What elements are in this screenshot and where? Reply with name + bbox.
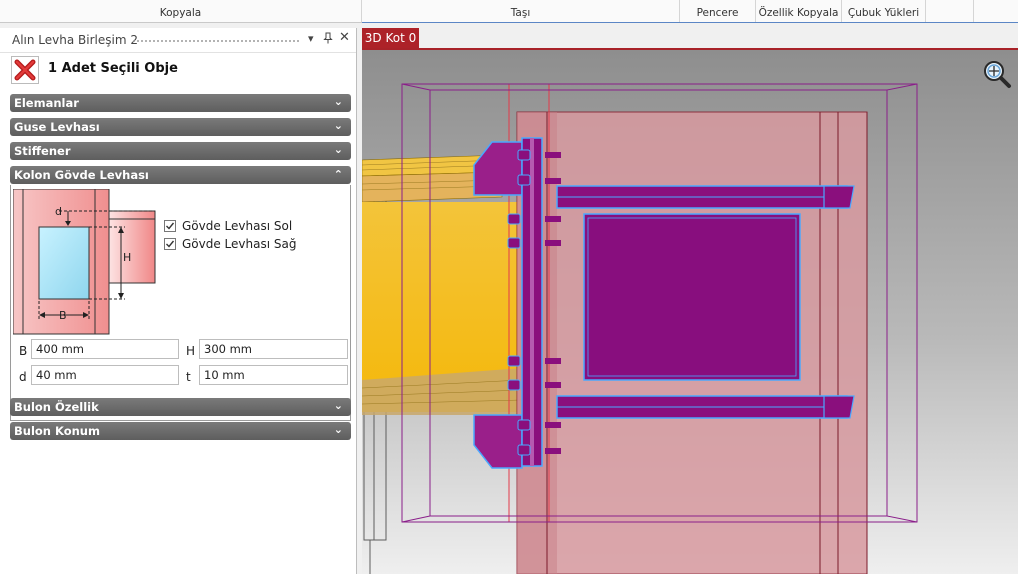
ribbon-group-empty xyxy=(926,0,974,22)
plate-diagram xyxy=(13,189,156,335)
t-thickness-input[interactable] xyxy=(199,365,348,385)
tab-3d-kot-0[interactable]: 3D Kot 0 xyxy=(362,28,419,48)
model-scene xyxy=(362,50,1018,574)
checkbox-label: Gövde Levhası Sol xyxy=(182,219,293,233)
section-bulon-ozellik[interactable]: Bulon Özellik ⌄ xyxy=(10,398,351,416)
section-guse-levhasi[interactable]: Guse Levhası ⌄ xyxy=(10,118,351,136)
selection-count: 1 Adet Seçili Obje xyxy=(48,61,178,76)
red-x-icon[interactable] xyxy=(11,56,39,84)
section-stiffener[interactable]: Stiffener ⌄ xyxy=(10,142,351,160)
chevron-up-icon: ⌃ xyxy=(333,168,343,181)
field-label-d: d xyxy=(19,370,27,384)
web-plate xyxy=(583,213,801,381)
section-label: Kolon Gövde Levhası xyxy=(14,168,149,182)
d-offset-input[interactable] xyxy=(31,365,179,385)
diagram-label-b: B xyxy=(59,309,67,322)
b-width-input[interactable] xyxy=(31,339,179,359)
properties-panel: Alın Levha Birleşim 2 ▾ ✕ 1 Adet Seçili … xyxy=(0,28,357,574)
pin-icon[interactable] xyxy=(323,32,333,47)
section-label: Guse Levhası xyxy=(14,120,100,134)
section-label: Bulon Konum xyxy=(14,424,100,438)
viewport-3d[interactable] xyxy=(362,50,1018,574)
section-kolon-govde-levhasi[interactable]: Kolon Gövde Levhası ⌃ xyxy=(10,166,351,184)
h-height-input[interactable] xyxy=(199,339,348,359)
panel-header: Alın Levha Birleşim 2 ▾ ✕ xyxy=(0,28,356,53)
panel-title: Alın Levha Birleşim 2 xyxy=(12,33,138,47)
section-elemanlar[interactable]: Elemanlar ⌄ xyxy=(10,94,351,112)
viewport-tabbar: 3D Kot 0 xyxy=(362,28,1018,50)
section-label: Stiffener xyxy=(14,144,71,158)
section-label: Bulon Özellik xyxy=(14,400,99,414)
chevron-down-icon: ⌄ xyxy=(333,143,343,156)
diagram-label-h: H xyxy=(123,251,132,264)
chevron-down-icon: ⌄ xyxy=(333,95,343,108)
panel-grip[interactable] xyxy=(132,39,300,43)
chevron-down-icon[interactable]: ▾ xyxy=(308,32,314,45)
ribbon-group-tasi[interactable]: Taşı xyxy=(362,0,680,22)
section-label: Elemanlar xyxy=(14,96,79,110)
checkbox[interactable] xyxy=(164,238,176,250)
diagram-label-d: d xyxy=(55,205,62,218)
magnifier-icon[interactable] xyxy=(980,58,1014,90)
section-bulon-konum[interactable]: Bulon Konum ⌄ xyxy=(10,422,351,440)
ribbon-group-kopyala[interactable]: Kopyala xyxy=(0,0,362,22)
field-label-h: H xyxy=(186,344,196,358)
checkbox-label: Gövde Levhası Sağ xyxy=(182,237,297,251)
ribbon-group-cubuk-yukleri[interactable]: Çubuk Yükleri xyxy=(842,0,926,22)
field-label-b: B xyxy=(19,344,28,358)
field-label-t: t xyxy=(186,370,191,384)
ribbon-accent-line xyxy=(362,22,1018,23)
kolon-govde-levhasi-body: d H B Gövde Levhası Sol Gövde Levhası Sa… xyxy=(10,185,351,421)
chevron-down-icon: ⌄ xyxy=(333,119,343,132)
chevron-down-icon: ⌄ xyxy=(333,423,343,436)
ribbon-group-ozellik-kopyala[interactable]: Özellik Kopyala xyxy=(756,0,842,22)
ribbon-group-pencere[interactable]: Pencere xyxy=(680,0,756,22)
selection-row: 1 Adet Seçili Obje xyxy=(11,56,351,86)
chevron-down-icon: ⌄ xyxy=(333,399,343,412)
close-icon[interactable]: ✕ xyxy=(339,30,350,45)
checkbox[interactable] xyxy=(164,220,176,232)
ribbon-toolbar: Kopyala Taşı Pencere Özellik Kopyala Çub… xyxy=(0,0,1018,23)
